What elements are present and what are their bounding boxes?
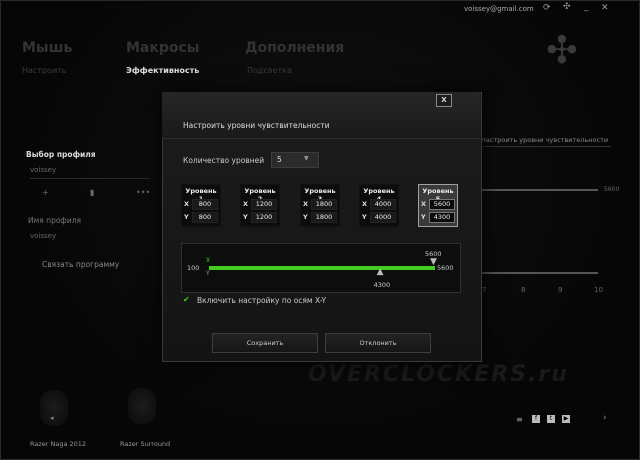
dialog-header xyxy=(162,92,480,139)
level-card-4[interactable]: Уровень 4 X 4000 Y 4000 xyxy=(359,184,399,227)
dialog-title: Настроить уровни чувствительности xyxy=(183,121,330,130)
bg-scale-tick: 8 xyxy=(521,286,526,294)
link-program-link[interactable]: Связать программу xyxy=(42,260,119,269)
level-x-row: X 800 xyxy=(184,199,218,210)
level-x-input[interactable]: 800 xyxy=(192,199,218,210)
close-icon[interactable]: ✕ xyxy=(601,3,609,13)
level-y-row: Y 1800 xyxy=(303,212,337,223)
level-y-row: Y 4300 xyxy=(421,212,455,223)
y-label: Y xyxy=(243,213,248,221)
profile-select-label: Выбор профиля xyxy=(26,150,96,159)
level-x-row: X 1200 xyxy=(243,199,277,210)
tab-customize[interactable]: Настроить xyxy=(22,66,67,75)
level-card-1[interactable]: Уровень 1 X 800 Y 800 xyxy=(181,184,221,227)
x-slider-thumb[interactable]: ▼ xyxy=(430,257,437,267)
level-y-input[interactable]: 1200 xyxy=(251,212,277,223)
mouse-device-icon[interactable] xyxy=(40,390,68,426)
xy-checkbox-label: Включить настройку по осям X-Y xyxy=(197,296,327,305)
slider-y-axis-label: Y xyxy=(206,270,210,277)
y-label: Y xyxy=(362,213,367,221)
nav-macros[interactable]: Макросы xyxy=(126,40,199,56)
x-label: X xyxy=(362,200,368,208)
headset-device-icon[interactable] xyxy=(128,388,156,424)
profile-name-label: Имя профиля xyxy=(28,216,82,225)
level-x-input[interactable]: 5600 xyxy=(429,199,455,210)
sync-icon[interactable]: ⟳ xyxy=(543,3,551,13)
save-button[interactable]: Сохранить xyxy=(212,333,318,353)
xy-checkbox[interactable]: ✔ xyxy=(183,296,191,304)
cancel-button[interactable]: Отклонить xyxy=(325,333,431,353)
x-slider-value: 5600 xyxy=(425,250,442,258)
slider-max-label: 5600 xyxy=(437,264,454,272)
profile-select-value[interactable]: voissey xyxy=(30,166,56,174)
level-y-input[interactable]: 800 xyxy=(192,212,218,223)
x-label: X xyxy=(303,200,309,208)
device-arrow-icon: ◂ xyxy=(50,414,54,422)
nav-mouse[interactable]: Мышь xyxy=(22,40,72,56)
device-label[interactable]: Razer Naga 2012 xyxy=(30,440,86,448)
bg-acceleration-slider[interactable] xyxy=(481,272,598,274)
bg-scale-tick: 10 xyxy=(594,286,603,294)
bg-scale-tick: 7 xyxy=(482,286,487,294)
profile-name-value[interactable]: voissey xyxy=(30,232,56,240)
user-email: voissey@gmail.com xyxy=(464,5,534,13)
xy-slider-track[interactable] xyxy=(209,266,435,270)
y-label: Y xyxy=(421,213,426,221)
level-x-input[interactable]: 1200 xyxy=(251,199,277,210)
y-label: Y xyxy=(184,213,189,221)
title-bar: voissey@gmail.com ⟳ ✣ _ ✕ xyxy=(0,0,640,18)
profile-divider xyxy=(30,178,150,179)
tab-performance[interactable]: Эффективность xyxy=(126,66,199,75)
level-x-row: X 1800 xyxy=(303,199,337,210)
chevron-down-icon: ▼ xyxy=(304,155,309,162)
slider-x-axis-label: X xyxy=(206,257,211,264)
y-slider-value: 4300 xyxy=(373,281,391,289)
level-count-label: Количество уровней xyxy=(183,156,265,165)
level-y-row: Y 800 xyxy=(184,212,218,223)
y-label: Y xyxy=(303,213,308,221)
watermark-logo: OVERCLOCKERS.ru xyxy=(308,362,569,387)
device-list-icon[interactable]: ≡ xyxy=(516,415,523,424)
razer-logo-icon: ✣ xyxy=(546,28,578,72)
bg-header-divider xyxy=(481,146,611,147)
level-y-input[interactable]: 4000 xyxy=(370,212,396,223)
dialog-close-button[interactable]: X xyxy=(436,94,452,107)
next-page-icon[interactable]: › xyxy=(603,413,607,423)
level-y-row: Y 4000 xyxy=(362,212,396,223)
bg-sensitivity-value: 5600 xyxy=(604,186,620,193)
bg-sensitivity-header: Настроить уровни чувствительности xyxy=(481,136,609,144)
level-y-input[interactable]: 4300 xyxy=(429,212,455,223)
twitter-icon[interactable]: t xyxy=(547,415,555,423)
level-x-input[interactable]: 1800 xyxy=(311,199,337,210)
x-label: X xyxy=(421,200,427,208)
delete-profile-icon[interactable]: ▮ xyxy=(90,188,94,197)
x-label: X xyxy=(243,200,249,208)
minimize-icon[interactable]: _ xyxy=(584,2,589,12)
profile-options-icon[interactable]: ••• xyxy=(136,188,150,197)
level-x-row: X 5600 xyxy=(421,199,455,210)
level-count-value: 5 xyxy=(277,155,282,164)
level-card-5[interactable]: Уровень 5 X 5600 Y 4300 xyxy=(418,184,458,227)
level-x-row: X 4000 xyxy=(362,199,396,210)
youtube-icon[interactable]: ▶ xyxy=(562,415,570,423)
level-card-2[interactable]: Уровень 2 X 1200 Y 1200 xyxy=(240,184,280,227)
add-profile-icon[interactable]: + xyxy=(42,188,49,197)
level-y-row: Y 1200 xyxy=(243,212,277,223)
razer-small-icon[interactable]: ✣ xyxy=(563,2,571,12)
y-slider-thumb[interactable]: ▲ xyxy=(377,267,384,277)
level-x-input[interactable]: 4000 xyxy=(370,199,396,210)
device-label[interactable]: Razer Surround xyxy=(120,440,170,448)
slider-min-label: 100 xyxy=(187,264,200,272)
bg-sensitivity-slider[interactable] xyxy=(481,189,598,191)
level-y-input[interactable]: 1800 xyxy=(311,212,337,223)
bg-scale-tick: 9 xyxy=(558,286,563,294)
x-label: X xyxy=(184,200,190,208)
facebook-icon[interactable]: f xyxy=(532,415,540,423)
tab-lighting[interactable]: Подсветка xyxy=(247,66,292,75)
level-card-3[interactable]: Уровень 3 X 1800 Y 1800 xyxy=(300,184,340,227)
nav-addons[interactable]: Дополнения xyxy=(245,40,344,56)
